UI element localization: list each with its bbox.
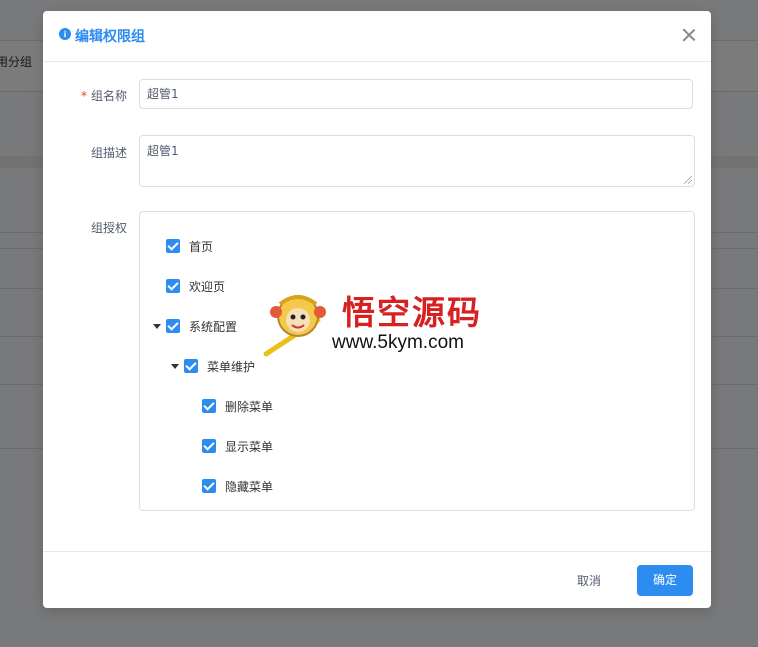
- tree-node-label: 欢迎页: [189, 279, 226, 294]
- group-name-label-text: 组名称: [90, 89, 127, 103]
- close-icon[interactable]: [681, 27, 697, 43]
- group-description-textarea[interactable]: 超管1: [139, 135, 695, 187]
- tree-node-label: 显示菜单: [225, 439, 274, 454]
- group-description-label: 组描述: [90, 146, 127, 160]
- tree-node-label: 系统配置: [189, 319, 238, 334]
- caret-down-icon[interactable]: [171, 363, 179, 369]
- tree-node-label: 首页: [189, 239, 214, 254]
- confirm-button[interactable]: 确定: [637, 565, 693, 596]
- permission-tree: 首页 欢迎页 系统配置 菜单维护 删除菜单 显示菜单 隐藏菜单: [139, 211, 695, 511]
- monkey-king-icon: [263, 295, 326, 357]
- cancel-button[interactable]: 取消: [564, 566, 614, 596]
- tree-node-delete-menu[interactable]: 删除菜单: [189, 398, 273, 414]
- caret-down-icon[interactable]: [153, 323, 161, 329]
- tree-node-hide-menu[interactable]: 隐藏菜单: [189, 478, 273, 494]
- tree-node-show-menu[interactable]: 显示菜单: [189, 438, 273, 454]
- tree-node-label: 菜单维护: [207, 359, 256, 374]
- checkbox-checked-icon[interactable]: [184, 359, 198, 373]
- tree-node-system-config[interactable]: 系统配置: [153, 318, 237, 334]
- checkbox-checked-icon[interactable]: [202, 399, 216, 413]
- group-auth-label: 组授权: [90, 221, 127, 235]
- required-mark: *: [80, 89, 87, 103]
- watermark-logo: 悟空源码 www.5kym.com: [262, 286, 502, 358]
- info-circle-icon: i: [59, 28, 71, 40]
- watermark-url: www.5kym.com: [332, 332, 464, 353]
- resize-handle-icon[interactable]: [684, 176, 692, 184]
- watermark-text: 悟空源码: [342, 293, 482, 332]
- tree-node-label: 隐藏菜单: [225, 479, 274, 494]
- checkbox-checked-icon[interactable]: [166, 319, 180, 333]
- checkbox-checked-icon[interactable]: [166, 279, 180, 293]
- group-name-label: * 组名称: [81, 87, 127, 104]
- tree-node-label: 删除菜单: [225, 399, 274, 414]
- checkbox-checked-icon[interactable]: [166, 239, 180, 253]
- checkbox-checked-icon[interactable]: [202, 479, 216, 493]
- dialog-header: i 编辑权限组: [43, 11, 711, 62]
- checkbox-checked-icon[interactable]: [202, 439, 216, 453]
- tree-node-welcome[interactable]: 欢迎页: [153, 278, 225, 294]
- dialog-title: 编辑权限组: [75, 29, 145, 45]
- tree-node-home[interactable]: 首页: [153, 238, 213, 254]
- group-name-input[interactable]: 超管1: [139, 79, 693, 109]
- group-description-value: 超管1: [147, 144, 179, 158]
- tree-node-menu-maintenance[interactable]: 菜单维护: [171, 358, 255, 374]
